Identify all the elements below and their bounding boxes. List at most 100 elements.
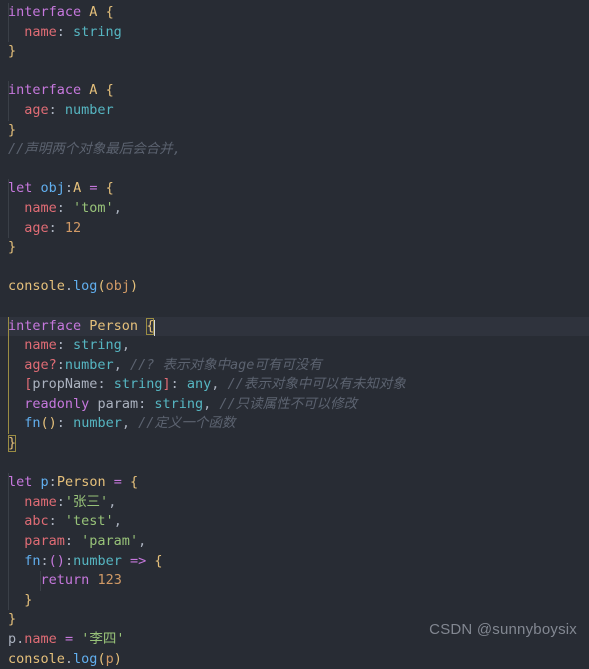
token-brace: }: [24, 591, 33, 608]
token-property: name: [24, 23, 57, 40]
token-type: string: [73, 23, 122, 40]
token-class: Person: [56, 474, 106, 491]
code-line-empty[interactable]: [0, 258, 589, 278]
token-type: number: [64, 101, 114, 118]
token-colon: :: [56, 493, 65, 510]
token-comma: ,: [203, 395, 220, 412]
code-line[interactable]: abc: 'test',: [0, 512, 589, 533]
code-line-empty[interactable]: [0, 62, 589, 82]
token-property: abc: [24, 513, 49, 530]
code-line[interactable]: //声明两个对象最后会合并,: [0, 140, 589, 160]
token-keyword: let: [8, 474, 33, 491]
code-line[interactable]: readonly param: string, //只读属性不可以修改: [0, 394, 589, 415]
code-line[interactable]: name:'张三',: [0, 492, 589, 513]
code-line[interactable]: console.log(p): [0, 650, 589, 669]
code-line[interactable]: }: [0, 121, 589, 141]
token-comment: //? 表示对象中age可有可没有: [129, 356, 322, 373]
bracket-match-guide: [8, 336, 9, 356]
token-colon: :: [138, 395, 155, 412]
code-line[interactable]: name: string: [0, 22, 589, 43]
code-line[interactable]: age?:number, //? 表示对象中age可有可没有: [0, 355, 589, 376]
token-colon: :: [97, 376, 114, 393]
token-paren: (: [97, 278, 106, 295]
token-colon: :: [56, 356, 65, 373]
indent-guide: [8, 571, 9, 591]
token-brace: {: [154, 552, 163, 569]
token-type: string: [113, 376, 163, 393]
token-colon: :: [56, 415, 74, 432]
token-operator: =: [113, 474, 122, 491]
code-line[interactable]: }: [0, 238, 589, 258]
code-line[interactable]: [propName: string]: any, //表示对象中可以有未知对象: [0, 375, 589, 395]
code-line[interactable]: fn(): number, //定义一个函数: [0, 414, 589, 435]
token-property-optional: age?: [24, 356, 57, 373]
token-colon: :: [40, 552, 49, 569]
indent-guide: [8, 512, 9, 533]
token-paren: ): [113, 650, 122, 667]
indent-guide: [8, 551, 9, 572]
token-brace: {: [130, 474, 139, 491]
code-line[interactable]: name: 'tom',: [0, 198, 589, 219]
indent-guide: [8, 532, 9, 552]
token-colon: :: [64, 180, 74, 197]
code-line[interactable]: age: 12: [0, 218, 589, 239]
code-line[interactable]: name: string,: [0, 336, 589, 356]
code-line[interactable]: fn:():number => {: [0, 551, 589, 572]
code-line[interactable]: return 123: [0, 571, 589, 591]
token-keyword: interface: [8, 317, 82, 334]
bracket-match-guide: [8, 394, 9, 415]
code-line[interactable]: interface A {: [0, 3, 589, 23]
token-operator: =: [64, 631, 74, 647]
code-line[interactable]: param: 'param',: [0, 532, 589, 552]
code-line[interactable]: }: [0, 590, 589, 611]
token-string: 'param': [81, 533, 139, 550]
code-line[interactable]: console.log(obj): [0, 277, 589, 297]
token-method: log: [73, 278, 98, 295]
code-line[interactable]: interface A {: [0, 81, 589, 101]
code-line-empty[interactable]: [0, 454, 589, 474]
token-keyword: interface: [8, 82, 82, 99]
code-line[interactable]: age: number: [0, 100, 589, 121]
token-colon: :: [48, 513, 65, 530]
token-brace: {: [105, 4, 114, 20]
token-string: 'test': [64, 513, 114, 530]
code-line-empty[interactable]: [0, 160, 589, 180]
indent-guide: [8, 473, 9, 493]
token-brace: }: [8, 43, 17, 60]
token-paren: (: [97, 650, 106, 667]
token-variable: obj: [40, 180, 65, 197]
token-method: log: [73, 650, 98, 667]
code-line-empty[interactable]: [0, 297, 589, 317]
indent-guide: [40, 571, 41, 591]
token-property: age: [24, 219, 49, 236]
code-line-active[interactable]: interface Person {: [0, 316, 589, 337]
code-line[interactable]: }: [0, 42, 589, 62]
code-editor[interactable]: interface A { name: string } interface A…: [0, 0, 589, 667]
code-line[interactable]: }: [0, 434, 589, 454]
token-brace-matched: {: [146, 317, 155, 335]
token-brace: {: [105, 82, 114, 99]
token-colon: :: [56, 199, 74, 216]
token-colon: :: [48, 474, 57, 491]
token-brace: }: [8, 239, 17, 256]
bracket-match-guide: [8, 375, 9, 395]
code-line[interactable]: let p:Person = {: [0, 473, 589, 493]
token-paren: (): [48, 552, 65, 569]
token-comma: ,: [121, 415, 139, 432]
token-keyword: let: [8, 180, 33, 197]
code-line[interactable]: let obj:A = {: [0, 179, 589, 199]
